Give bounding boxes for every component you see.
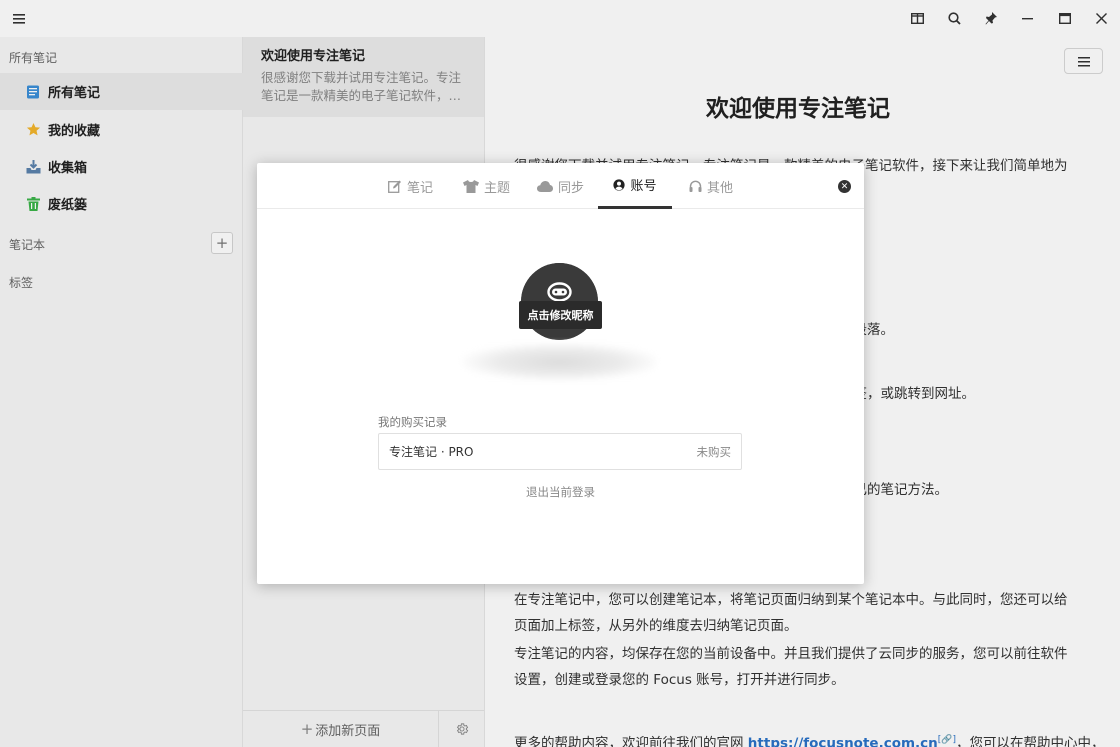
- tab-sync[interactable]: 同步: [537, 163, 584, 209]
- close-icon: ✕: [840, 181, 849, 192]
- nickname-placeholder[interactable]: [462, 343, 657, 381]
- tab-label: 账号: [630, 179, 657, 194]
- tab-notes[interactable]: 笔记: [388, 163, 433, 209]
- purchase-item: 专注笔记 · PRO 未购买: [378, 433, 742, 470]
- logout-label[interactable]: 退出当前登录: [526, 485, 595, 499]
- purchase-product-name: 专注笔记 · PRO: [389, 445, 474, 459]
- dialog-close-button[interactable]: ✕: [838, 180, 851, 193]
- logout-link[interactable]: 退出当前登录: [257, 484, 864, 500]
- tab-label: 主题: [484, 180, 511, 196]
- tab-label: 同步: [558, 180, 585, 196]
- cloud-icon: [537, 180, 553, 192]
- tab-label: 其他: [707, 180, 734, 196]
- user-icon: [613, 178, 626, 191]
- settings-dialog: 笔记 主题 同步 账号 其他 ✕ 点击修改昵称 我的购买记录 专注笔记 · PR…: [257, 163, 864, 584]
- tab-other[interactable]: 其他: [689, 163, 733, 209]
- tab-theme[interactable]: 主题: [463, 163, 510, 209]
- avatar-tooltip[interactable]: 点击修改昵称: [519, 301, 602, 329]
- headphones-icon: [689, 180, 702, 192]
- settings-tabs: 笔记 主题 同步 账号 其他 ✕: [257, 163, 864, 209]
- tab-account[interactable]: 账号: [598, 163, 672, 209]
- purchase-history-label: 我的购买记录: [378, 415, 447, 429]
- shirt-icon: [463, 179, 479, 193]
- purchase-status: 未购买: [696, 444, 732, 459]
- tab-label: 笔记: [407, 180, 434, 196]
- edit-icon: [388, 180, 402, 193]
